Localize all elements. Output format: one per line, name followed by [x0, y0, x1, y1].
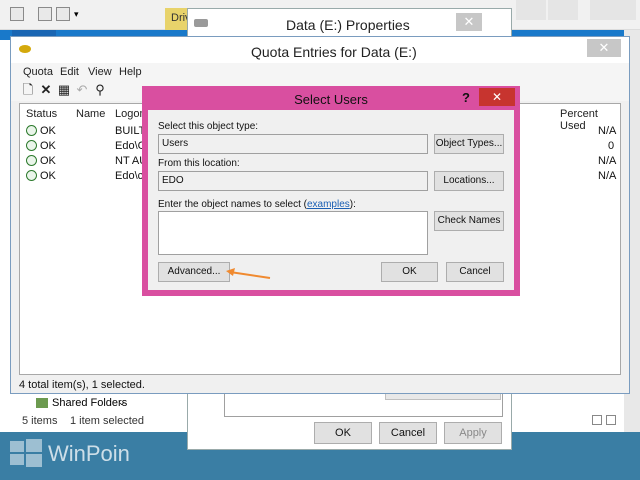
- status-item-count: 5 items: [22, 415, 58, 427]
- object-type-field: Users: [158, 134, 428, 154]
- undo-icon[interactable]: ↶: [75, 83, 89, 97]
- dialog-close-button[interactable]: ✕: [479, 88, 515, 106]
- row-percent: N/A: [598, 170, 617, 182]
- select-users-dialog: Select Users ? ✕ Select this object type…: [142, 86, 520, 296]
- object-names-label: Enter the object names to select (exampl…: [158, 199, 356, 210]
- menu-help[interactable]: Help: [119, 66, 142, 78]
- object-types-button[interactable]: Object Types...: [434, 134, 504, 154]
- quota-menubar: Quota Edit View Help: [11, 63, 629, 81]
- properties-cancel-button[interactable]: Cancel: [379, 422, 437, 444]
- maximize-button[interactable]: [548, 0, 578, 20]
- advanced-button[interactable]: Advanced...: [158, 262, 230, 282]
- menu-view[interactable]: View: [88, 66, 112, 78]
- dialog-body: Select this object type: Users Object Ty…: [148, 110, 514, 290]
- row-status: OK: [40, 125, 56, 137]
- row-status: OK: [40, 155, 56, 167]
- menu-quota[interactable]: Quota: [23, 66, 53, 78]
- quota-titlebar[interactable]: Quota Entries for Data (E:) ✕: [11, 37, 629, 63]
- quota-app-icon: [19, 45, 31, 53]
- delete-icon[interactable]: ✕: [39, 83, 53, 97]
- row-status: OK: [40, 140, 56, 152]
- quota-status-bar: 4 total item(s), 1 selected.: [19, 379, 145, 391]
- ok-button[interactable]: OK: [381, 262, 438, 282]
- minimize-button[interactable]: [516, 0, 546, 20]
- status-selected: 1 item selected: [70, 415, 144, 427]
- status-ok-icon: [26, 140, 37, 151]
- chevron-down-icon[interactable]: ⌄: [118, 397, 126, 408]
- location-label: From this location:: [158, 158, 240, 169]
- row-percent: N/A: [598, 125, 617, 137]
- qat-dropdown-icon[interactable]: ▾: [74, 9, 79, 20]
- object-names-input[interactable]: [158, 211, 428, 255]
- properties-titlebar[interactable]: Data (E:) Properties ✕: [188, 9, 511, 39]
- properties-ok-button[interactable]: OK: [314, 422, 372, 444]
- properties-close-button[interactable]: ✕: [456, 13, 482, 31]
- location-field: EDO: [158, 171, 428, 191]
- properties-icon[interactable]: [38, 7, 52, 21]
- quota-title: Quota Entries for Data (E:): [251, 44, 417, 60]
- nav-item-shared-folders[interactable]: Shared Folders: [52, 397, 127, 409]
- properties-icon[interactable]: ▦: [57, 83, 71, 97]
- column-status[interactable]: Status: [26, 108, 57, 120]
- winpoin-logo-icon: [10, 439, 42, 467]
- examples-link[interactable]: examples: [307, 199, 350, 210]
- close-button[interactable]: [590, 0, 636, 20]
- locations-button[interactable]: Locations...: [434, 171, 504, 191]
- shared-folder-icon: [36, 398, 48, 408]
- row-percent: N/A: [598, 155, 617, 167]
- status-ok-icon: [26, 125, 37, 136]
- row-percent: 0: [608, 140, 615, 152]
- drive-icon: [194, 19, 208, 27]
- large-icons-view-icon[interactable]: [606, 415, 616, 425]
- properties-title: Data (E:) Properties: [286, 17, 410, 33]
- cancel-button[interactable]: Cancel: [446, 262, 504, 282]
- search-icon[interactable]: ⚲: [93, 83, 107, 97]
- column-logon[interactable]: Logon: [115, 108, 146, 120]
- new-folder-icon[interactable]: [56, 7, 70, 21]
- column-name[interactable]: Name: [76, 108, 105, 120]
- help-icon[interactable]: ?: [462, 90, 470, 105]
- status-ok-icon: [26, 170, 37, 181]
- save-icon[interactable]: [10, 7, 24, 21]
- annotation-arrow-icon: [226, 268, 271, 279]
- properties-apply-button[interactable]: Apply: [444, 422, 502, 444]
- menu-edit[interactable]: Edit: [60, 66, 79, 78]
- details-view-icon[interactable]: [592, 415, 602, 425]
- watermark: WinPoin: [8, 435, 148, 475]
- watermark-text: WinPoin: [48, 441, 130, 466]
- new-entry-icon[interactable]: 🗋: [21, 83, 35, 97]
- quota-close-button[interactable]: ✕: [587, 39, 621, 57]
- status-ok-icon: [26, 155, 37, 166]
- row-status: OK: [40, 170, 56, 182]
- check-names-button[interactable]: Check Names: [434, 211, 504, 231]
- object-type-label: Select this object type:: [158, 121, 259, 132]
